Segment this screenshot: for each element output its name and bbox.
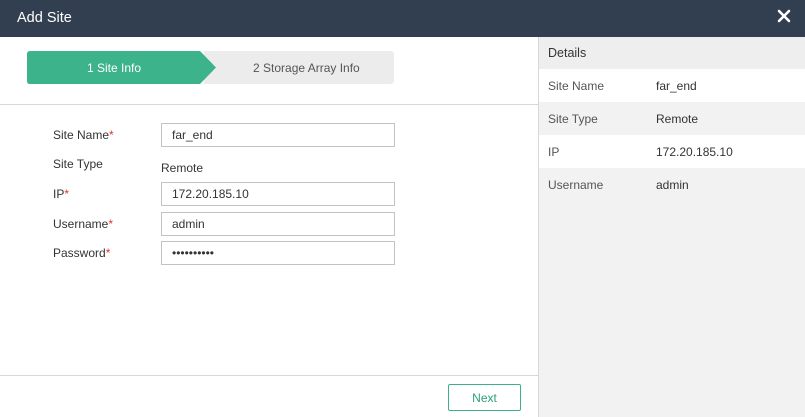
dialog-titlebar: Add Site <box>0 0 805 37</box>
details-value: admin <box>656 178 689 192</box>
site-name-label: Site Name* <box>53 128 114 142</box>
dialog-title: Add Site <box>17 10 72 26</box>
details-value: 172.20.185.10 <box>656 145 733 159</box>
details-row: Site Type Remote <box>539 102 805 135</box>
details-row: IP 172.20.185.10 <box>539 135 805 168</box>
footer-divider <box>0 375 538 376</box>
divider <box>0 104 538 105</box>
username-input[interactable] <box>161 212 395 236</box>
step-1-label: 1 Site Info <box>87 61 142 75</box>
details-header: Details <box>539 37 805 69</box>
details-title: Details <box>548 46 587 60</box>
close-icon[interactable] <box>777 9 791 23</box>
site-name-input[interactable] <box>161 123 395 147</box>
details-value: far_end <box>656 79 697 93</box>
details-row: Username admin <box>539 168 805 201</box>
next-button[interactable]: Next <box>448 384 521 411</box>
ip-input[interactable] <box>161 182 395 206</box>
password-input[interactable] <box>161 241 395 265</box>
ip-label: IP* <box>53 187 70 201</box>
username-label: Username* <box>53 217 114 231</box>
step-storage-array-info: 2 Storage Array Info <box>204 51 394 84</box>
step-site-info: 1 Site Info <box>27 51 216 84</box>
details-value: Remote <box>656 112 699 126</box>
site-type-value: Remote <box>161 161 204 175</box>
form-panel: 2 Storage Array Info 1 Site Info Site Na… <box>0 37 538 417</box>
details-key: Site Type <box>548 112 598 126</box>
password-label: Password* <box>53 246 111 260</box>
site-type-label: Site Type <box>53 157 103 171</box>
details-key: IP <box>548 145 560 159</box>
step-2-label: 2 Storage Array Info <box>253 61 360 75</box>
details-key: Username <box>548 178 604 192</box>
details-row: Site Name far_end <box>539 69 805 102</box>
details-panel: Details Site Name far_end Site Type Remo… <box>539 37 805 417</box>
details-key: Site Name <box>548 79 605 93</box>
